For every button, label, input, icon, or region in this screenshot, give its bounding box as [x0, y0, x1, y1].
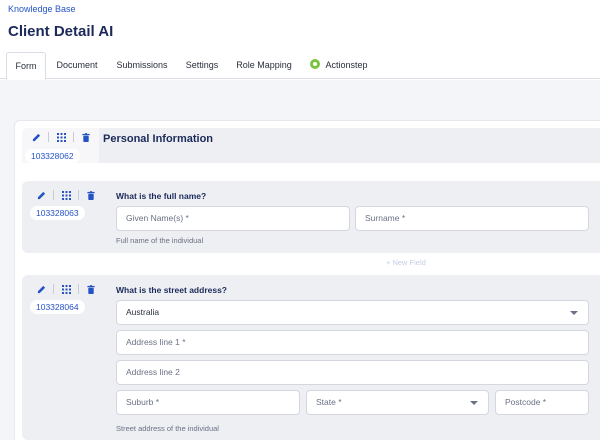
- question-id: 103328064: [30, 300, 85, 314]
- tab-actionstep[interactable]: Actionstep: [306, 52, 372, 79]
- drag-grid-icon[interactable]: [56, 188, 76, 202]
- surname-field[interactable]: Surname *: [355, 206, 589, 231]
- postcode-field[interactable]: Postcode *: [495, 390, 589, 415]
- section-title: Personal Information: [103, 133, 214, 145]
- actionstep-logo-icon: [310, 59, 321, 69]
- tab-label: Settings: [185, 60, 219, 70]
- tab-label: Form: [15, 61, 37, 71]
- tab-label: Submissions: [116, 60, 168, 70]
- tab-label: Actionstep: [325, 60, 368, 70]
- tab-form[interactable]: Form: [6, 52, 46, 80]
- question-tools: [31, 282, 101, 296]
- section-tools: [26, 130, 96, 144]
- new-field-button[interactable]: + New Field: [386, 258, 426, 267]
- delete-trash-icon[interactable]: [81, 188, 101, 202]
- address-line-1-field[interactable]: Address line 1 *: [116, 330, 589, 355]
- question-id: 103328063: [30, 206, 85, 220]
- edit-pencil-icon[interactable]: [31, 188, 51, 202]
- chevron-down-icon: [570, 311, 578, 315]
- state-select[interactable]: State *: [306, 390, 489, 415]
- chevron-down-icon: [470, 401, 478, 405]
- state-placeholder: State *: [316, 397, 342, 407]
- country-select[interactable]: Australia: [116, 300, 589, 325]
- helper-text: Street address of the individual: [116, 424, 219, 433]
- tab-label: Document: [56, 60, 98, 70]
- helper-text: Full name of the individual: [116, 236, 204, 245]
- question-label: What is the full name?: [116, 191, 207, 201]
- edit-pencil-icon[interactable]: [31, 282, 51, 296]
- tab-submissions[interactable]: Submissions: [110, 52, 174, 79]
- divider: [53, 190, 54, 200]
- tab-settings[interactable]: Settings: [180, 52, 224, 79]
- divider: [48, 132, 49, 142]
- section-id: 103328062: [25, 149, 80, 163]
- country-value: Australia: [126, 307, 160, 317]
- divider: [78, 284, 79, 294]
- address-line-2-field[interactable]: Address line 2: [116, 360, 589, 385]
- tab-document[interactable]: Document: [50, 52, 104, 79]
- tab-label: Role Mapping: [236, 60, 292, 70]
- breadcrumb[interactable]: Knowledge Base: [8, 4, 76, 14]
- question-label: What is the street address?: [116, 285, 228, 295]
- delete-trash-icon[interactable]: [81, 282, 101, 296]
- divider: [73, 132, 74, 142]
- tab-bar: Form Document Submissions Settings Role …: [0, 52, 600, 80]
- tab-role-mapping[interactable]: Role Mapping: [230, 52, 298, 79]
- divider: [78, 190, 79, 200]
- page-title: Client Detail AI: [8, 23, 114, 40]
- suburb-field[interactable]: Suburb *: [116, 390, 300, 415]
- drag-grid-icon[interactable]: [51, 130, 71, 144]
- given-name-field[interactable]: Given Name(s) *: [116, 206, 350, 231]
- delete-trash-icon[interactable]: [76, 130, 96, 144]
- drag-grid-icon[interactable]: [56, 282, 76, 296]
- divider: [53, 284, 54, 294]
- edit-pencil-icon[interactable]: [26, 130, 46, 144]
- question-tools: [31, 188, 101, 202]
